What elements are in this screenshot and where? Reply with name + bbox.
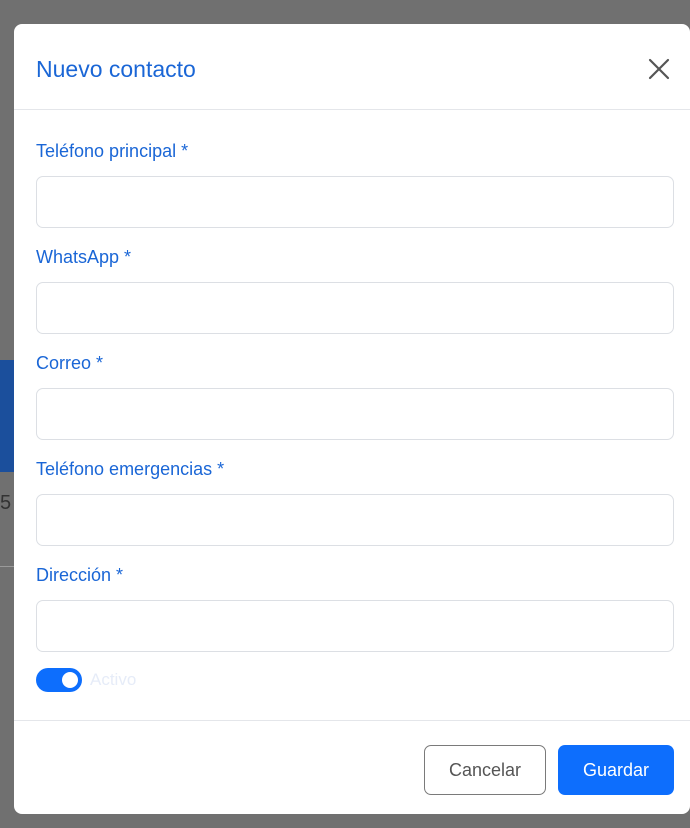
close-button[interactable]: [644, 54, 674, 84]
new-contact-dialog: Nuevo contacto Teléfono principal * What…: [14, 24, 690, 814]
dialog-footer: Cancelar Guardar: [14, 720, 690, 814]
active-toggle-label: Activo: [90, 670, 137, 689]
address-label: Dirección *: [36, 565, 124, 585]
background-accent: [0, 360, 14, 472]
active-toggle[interactable]: [36, 668, 82, 692]
cancel-button[interactable]: Cancelar: [424, 745, 546, 795]
email-input[interactable]: [36, 388, 674, 440]
background-text-fragment: 5: [0, 492, 12, 514]
whatsapp-input[interactable]: [36, 282, 674, 334]
background-divider: [0, 566, 14, 567]
dialog-header: Nuevo contacto: [14, 24, 690, 110]
address-input[interactable]: [36, 600, 674, 652]
emergency-phone-input[interactable]: [36, 494, 674, 546]
primary-phone-label: Teléfono principal *: [36, 141, 189, 161]
save-button[interactable]: Guardar: [558, 745, 674, 795]
dialog-title: Nuevo contacto: [36, 56, 196, 82]
close-icon: [648, 58, 670, 80]
primary-phone-input[interactable]: [36, 176, 674, 228]
email-label: Correo *: [36, 353, 104, 373]
toggle-knob: [62, 672, 78, 688]
emergency-phone-label: Teléfono emergencias *: [36, 459, 225, 479]
whatsapp-label: WhatsApp *: [36, 247, 132, 267]
